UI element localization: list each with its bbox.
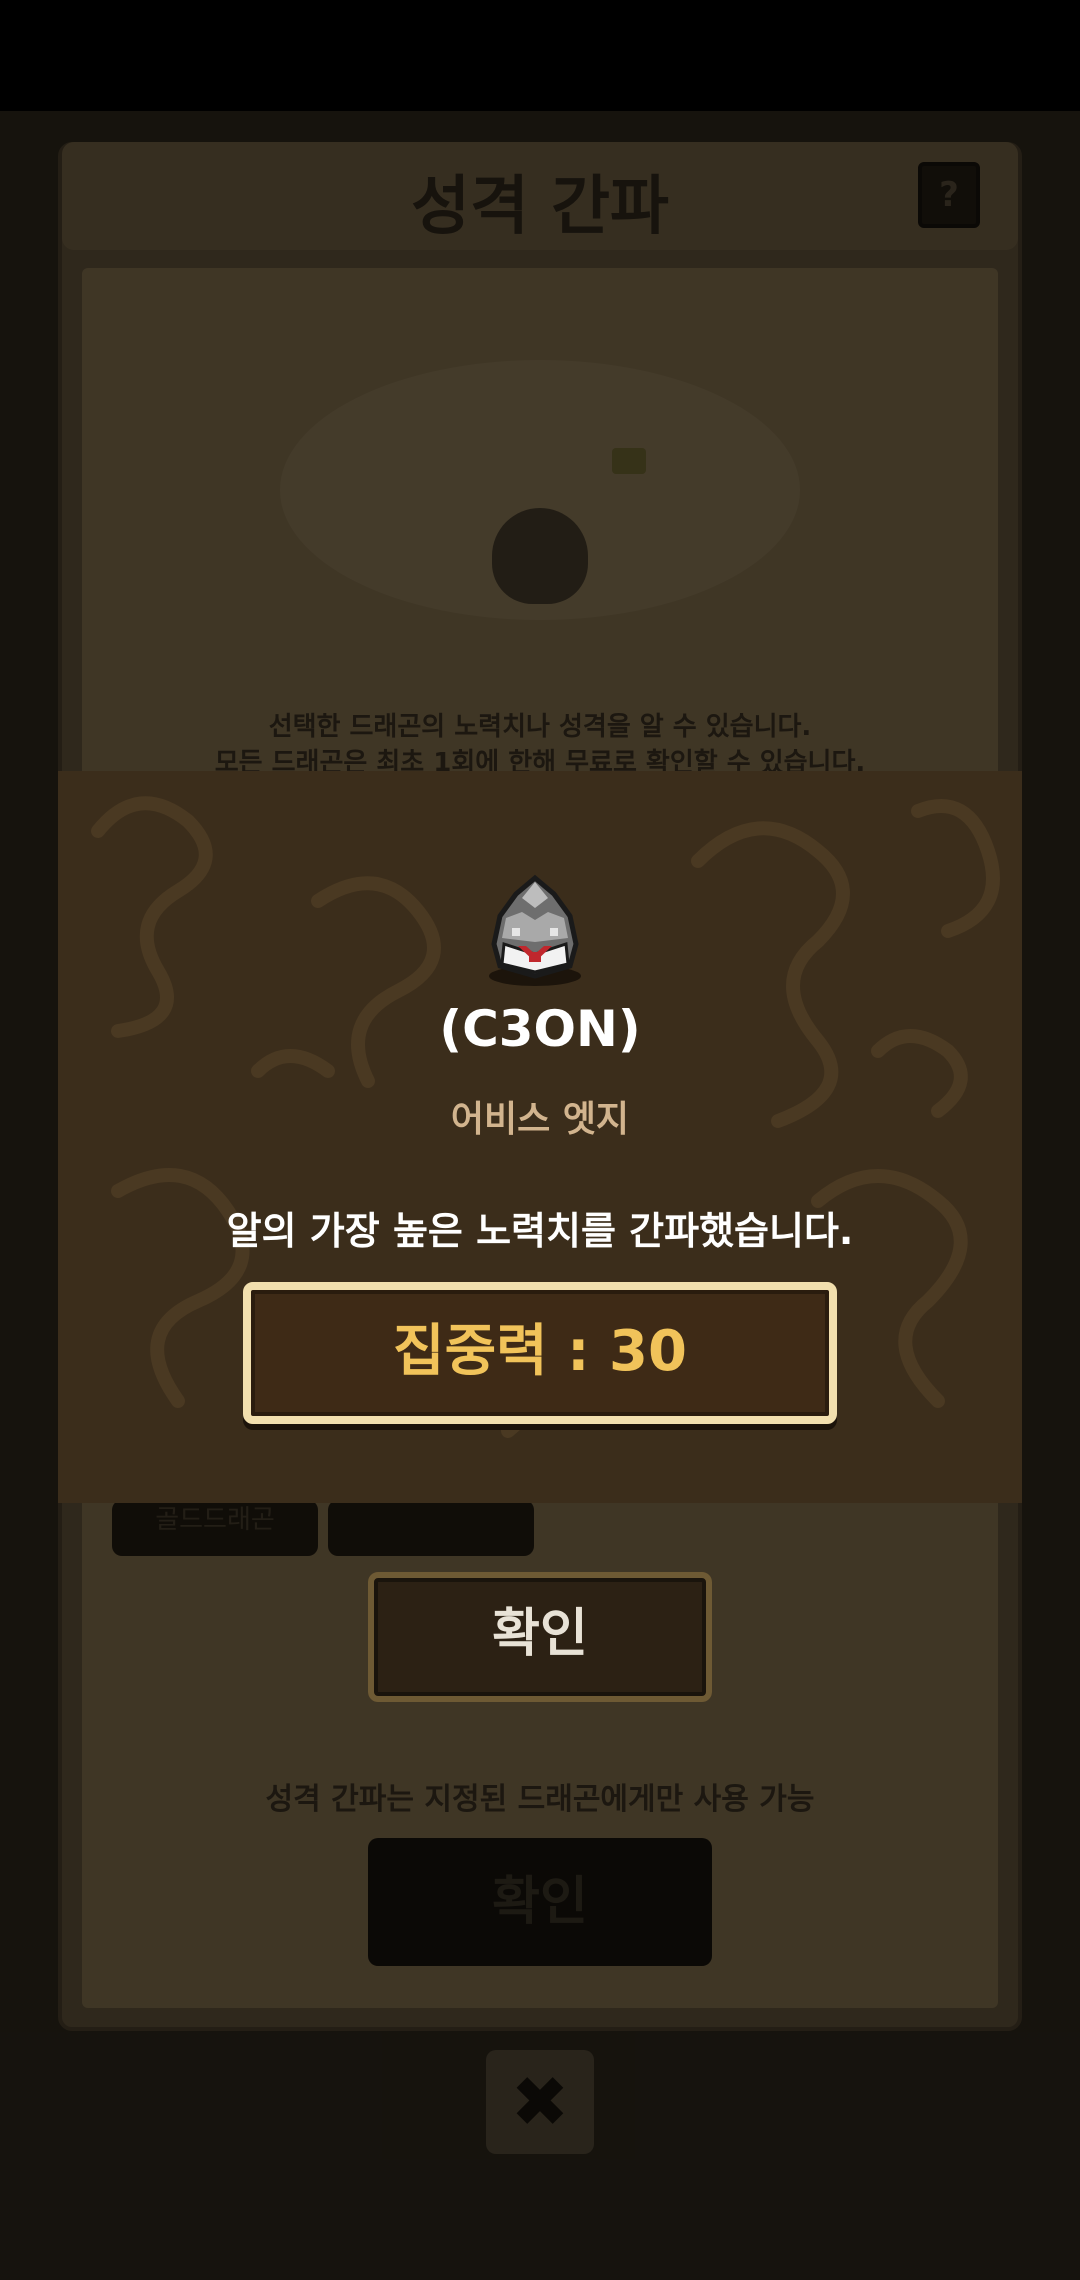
close-button[interactable]: ✖ (486, 2050, 594, 2154)
screen: 성격 간파 ? 선택한 드래곤의 노력치나 성격을 알 수 있습니다. 모든 드… (0, 0, 1080, 2280)
help-button[interactable]: ? (918, 162, 980, 228)
usage-note: 성격 간파는 지정된 드래곤에게만 사용 가능 (265, 1782, 815, 1817)
second-tab[interactable] (328, 1500, 534, 1556)
gold-dragon-tab[interactable]: 골드드래곤 (112, 1500, 318, 1556)
dragon-subtitle: 어비스 엣지 (450, 1099, 630, 1140)
sparkle-icon (612, 448, 646, 474)
dim-overlay-right (1022, 771, 1080, 1503)
status-bar (0, 0, 1080, 111)
close-x-icon: ✖ (510, 2061, 570, 2143)
description-line-1: 선택한 드래곤의 노력치나 성격을 알 수 있습니다. (268, 712, 812, 742)
dragon-egg-icon (489, 874, 581, 986)
dim-overlay-left (0, 771, 58, 1503)
confirm-button[interactable]: 확인 (368, 1572, 712, 1702)
dragon-egg-background-icon (492, 508, 588, 604)
confirm-button-disabled[interactable]: 확인 (368, 1838, 712, 1966)
dragon-name: (C3ON) (439, 1000, 641, 1058)
stat-result-box: 집중력 : 30 (243, 1282, 837, 1424)
result-message: 알의 가장 높은 노력치를 간파했습니다. (226, 1209, 854, 1253)
